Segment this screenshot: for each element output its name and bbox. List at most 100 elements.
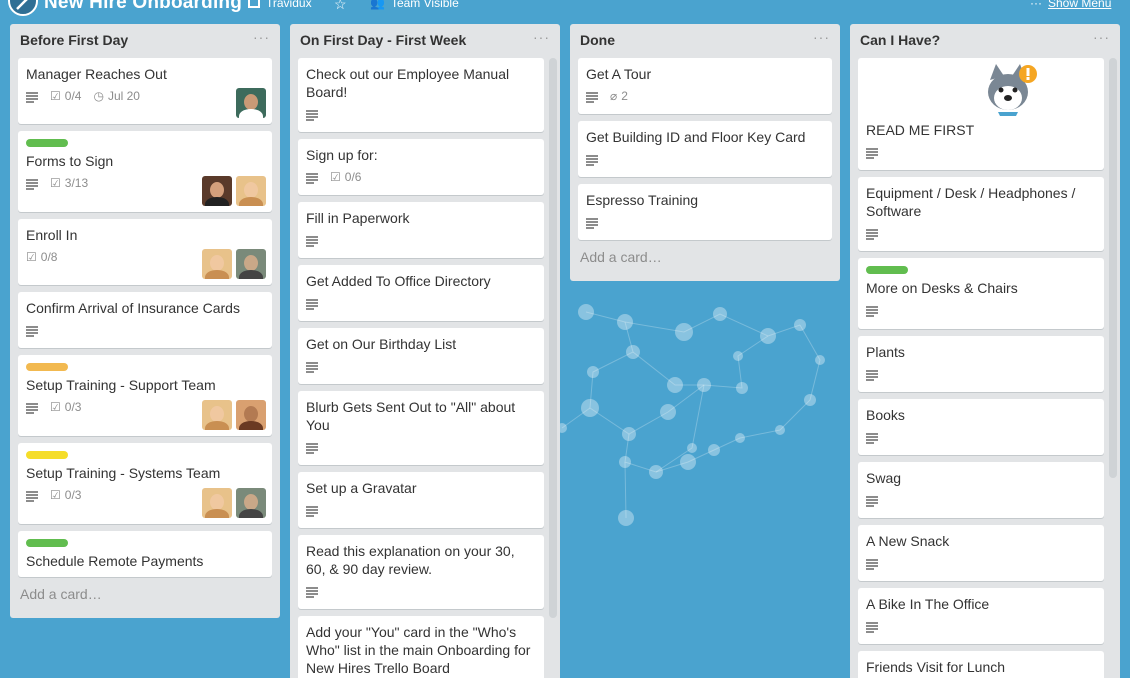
- description-badge: [866, 558, 878, 570]
- description-icon: [586, 154, 598, 166]
- avatar[interactable]: [202, 176, 232, 206]
- card-plants[interactable]: Plants: [858, 336, 1104, 392]
- description-icon: [26, 490, 38, 502]
- paperclip-icon: ⌀: [610, 89, 618, 103]
- card-title: Get A Tour: [586, 66, 652, 82]
- card-title: Setup Training - Systems Team: [26, 465, 221, 481]
- card-title: READ ME FIRST: [866, 122, 975, 138]
- checklist-count: 0/4: [64, 89, 82, 103]
- card-gravatar[interactable]: Set up a Gravatar: [298, 472, 544, 528]
- card-new-snack[interactable]: A New Snack: [858, 525, 1104, 581]
- list-header: Can I Have? ···: [850, 24, 1120, 58]
- card-title: Equipment / Desk / Headphones / Software: [866, 185, 1076, 219]
- star-board-button[interactable]: ☆: [334, 0, 347, 13]
- board-title[interactable]: New Hire Onboarding: [44, 0, 242, 14]
- add-card-button[interactable]: Add a card…: [570, 247, 840, 273]
- description-icon: [26, 178, 38, 190]
- card-title: Check out our Employee Manual Board!: [306, 66, 510, 100]
- checklist-badge: ☑ 0/3: [50, 400, 81, 414]
- card-books[interactable]: Books: [858, 399, 1104, 455]
- card-desks-chairs[interactable]: More on Desks & Chairs: [858, 258, 1104, 329]
- yellow-label[interactable]: [26, 451, 68, 459]
- card-office-directory[interactable]: Get Added To Office Directory: [298, 265, 544, 321]
- avatar[interactable]: [236, 176, 266, 206]
- list-menu-icon[interactable]: ···: [533, 29, 550, 45]
- card-title: Swag: [866, 470, 902, 486]
- card-forms-to-sign[interactable]: Forms to Sign ☑ 3/13: [18, 131, 272, 212]
- list-menu-icon[interactable]: ···: [1093, 29, 1110, 45]
- list-header: On First Day - First Week ···: [290, 24, 560, 58]
- description-badge: [306, 172, 318, 184]
- team-board-icon: [248, 0, 260, 8]
- due-date-badge: ◷ Jul 20: [93, 89, 140, 103]
- card-title: Forms to Sign: [26, 153, 114, 169]
- card-manager-reaches-out[interactable]: Manager Reaches Out ☑ 0/4 ◷ Jul 20: [18, 58, 272, 124]
- list-title[interactable]: Before First Day: [20, 32, 128, 48]
- avatar[interactable]: [236, 249, 266, 279]
- checklist-icon: ☑: [330, 170, 341, 184]
- card-title: Espresso Training: [586, 192, 699, 208]
- description-badge: [306, 361, 318, 373]
- checklist-badge: ☑ 0/4: [50, 89, 81, 103]
- avatar[interactable]: [202, 488, 232, 518]
- card-whos-who[interactable]: Add your "You" card in the "Who's Who" l…: [298, 616, 544, 678]
- green-label[interactable]: [26, 539, 68, 547]
- card-friends-lunch[interactable]: Friends Visit for Lunch: [858, 651, 1104, 678]
- card-setup-training-support[interactable]: Setup Training - Support Team ☑ 0/3: [18, 355, 272, 436]
- checklist-icon: ☑: [50, 89, 61, 103]
- show-menu-label: Show Menu: [1048, 0, 1112, 10]
- green-label[interactable]: [26, 139, 68, 147]
- checklist-badge: ☑ 0/6: [330, 170, 361, 184]
- card-schedule-remote-payments[interactable]: Schedule Remote Payments: [18, 531, 272, 577]
- list-title[interactable]: On First Day - First Week: [300, 32, 466, 48]
- description-badge: [26, 178, 38, 190]
- card-read-me-first[interactable]: READ ME FIRST: [858, 58, 1104, 170]
- avatar[interactable]: [202, 400, 232, 430]
- add-card-button[interactable]: Add a card…: [10, 584, 280, 610]
- avatar[interactable]: [236, 400, 266, 430]
- list-menu-icon[interactable]: ···: [253, 29, 270, 45]
- card-setup-training-systems[interactable]: Setup Training - Systems Team ☑ 0/3: [18, 443, 272, 524]
- avatar[interactable]: [202, 249, 232, 279]
- card-equipment[interactable]: Equipment / Desk / Headphones / Software: [858, 177, 1104, 251]
- card-title: A New Snack: [866, 533, 950, 549]
- card-title: Get on Our Birthday List: [306, 336, 457, 352]
- description-icon: [26, 91, 38, 103]
- show-menu-button[interactable]: ··· Show Menu: [1030, 0, 1111, 10]
- list-title[interactable]: Can I Have?: [860, 32, 940, 48]
- checklist-count: 0/3: [64, 400, 82, 414]
- card-get-a-tour[interactable]: Get A Tour ⌀ 2: [578, 58, 832, 114]
- card-confirm-insurance[interactable]: Confirm Arrival of Insurance Cards: [18, 292, 272, 348]
- avatar[interactable]: [236, 88, 266, 118]
- description-icon: [866, 621, 878, 633]
- checklist-icon: ☑: [50, 400, 61, 414]
- green-label[interactable]: [866, 266, 908, 274]
- board-header: New Hire Onboarding Travidux ☆ 👥 Team Vi…: [0, 0, 1130, 16]
- card-fill-in-paperwork[interactable]: Fill in Paperwork: [298, 202, 544, 258]
- list-first-day-first-week[interactable]: On First Day - First Week ··· Check out …: [290, 24, 560, 678]
- card-title: Read this explanation on your 30, 60, & …: [306, 543, 515, 577]
- visibility-button[interactable]: 👥 Team Visible: [370, 0, 459, 10]
- card-espresso-training[interactable]: Espresso Training: [578, 184, 832, 240]
- card-employee-manual[interactable]: Check out our Employee Manual Board!: [298, 58, 544, 132]
- checklist-badge: ☑ 0/3: [50, 488, 81, 502]
- description-icon: [866, 432, 878, 444]
- card-birthday-list[interactable]: Get on Our Birthday List: [298, 328, 544, 384]
- avatar[interactable]: [236, 488, 266, 518]
- team-button[interactable]: Travidux: [248, 0, 312, 10]
- card-bike-in-office[interactable]: A Bike In The Office: [858, 588, 1104, 644]
- list-menu-icon[interactable]: ···: [813, 29, 830, 45]
- card-swag[interactable]: Swag: [858, 462, 1104, 518]
- card-enroll-in[interactable]: Enroll In ☑ 0/8: [18, 219, 272, 285]
- card-blurb-sent-out[interactable]: Blurb Gets Sent Out to "All" about You: [298, 391, 544, 465]
- list-can-i-have[interactable]: Can I Have? ··· READ ME FIRST Equipment …: [850, 24, 1120, 678]
- card-review-explanation[interactable]: Read this explanation on your 30, 60, & …: [298, 535, 544, 609]
- list-title[interactable]: Done: [580, 32, 615, 48]
- list-done[interactable]: Done ··· Get A Tour ⌀ 2 Get Building ID a…: [570, 24, 840, 281]
- boards-menu-button[interactable]: [8, 0, 38, 16]
- card-sign-up-for[interactable]: Sign up for: ☑ 0/6: [298, 139, 544, 195]
- orange-label[interactable]: [26, 363, 68, 371]
- description-icon: [866, 228, 878, 240]
- card-building-id[interactable]: Get Building ID and Floor Key Card: [578, 121, 832, 177]
- list-before-first-day[interactable]: Before First Day ··· Manager Reaches Out…: [10, 24, 280, 618]
